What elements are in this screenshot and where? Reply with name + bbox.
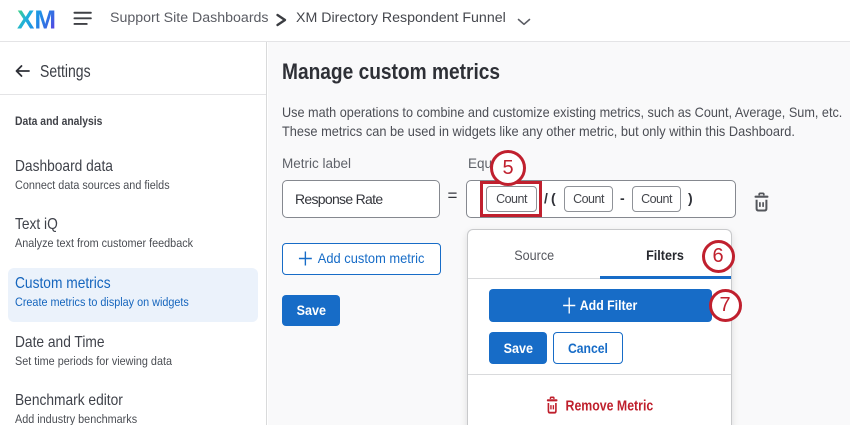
svg-text:XM: XM: [17, 8, 56, 30]
